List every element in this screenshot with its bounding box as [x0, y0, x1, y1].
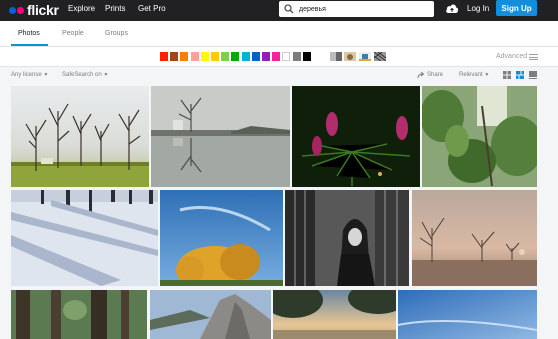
safesearch-dropdown[interactable]: SafeSearch on ▼ [62, 72, 108, 78]
tab-groups[interactable]: Groups [105, 30, 128, 37]
pink-cones-image [292, 86, 420, 187]
search-input[interactable]: деревья [299, 6, 326, 13]
justified-view-icon[interactable] [516, 71, 524, 79]
photo-forest-trunks[interactable] [11, 290, 147, 339]
nav-get-pro[interactable]: Get Pro [138, 4, 166, 13]
grid-view-icon[interactable] [503, 71, 511, 79]
cliff-image [150, 290, 271, 339]
photo-snow-shadows[interactable] [11, 190, 158, 286]
bare-trees-park-image [11, 86, 149, 187]
bw-portrait-image [285, 190, 409, 286]
nav-explore[interactable]: Explore [68, 4, 95, 13]
logo-blue-dot [9, 6, 16, 14]
license-label: Any license [11, 72, 42, 78]
logo-pink-dot [17, 6, 24, 14]
filter-row: Any license ▼ SafeSearch on ▼ Share Rele… [0, 67, 558, 85]
chevron-down-icon: ▼ [103, 72, 109, 78]
search-box[interactable]: деревья [279, 1, 434, 17]
snow-forest-image [11, 190, 158, 286]
color-swatch[interactable] [282, 52, 291, 61]
active-tab-indicator [11, 44, 48, 46]
search-icon[interactable] [284, 4, 294, 14]
search-type-tabs: Photos People Groups [0, 21, 558, 47]
color-swatch[interactable] [200, 52, 209, 61]
sort-label: Relevant [459, 72, 483, 78]
color-swatch[interactable] [272, 52, 281, 61]
share-icon[interactable] [417, 71, 425, 79]
photo-autumn-tree[interactable] [160, 190, 283, 286]
color-swatch[interactable] [231, 52, 240, 61]
photo-bw-woman-tree[interactable] [285, 190, 409, 286]
foggy-trees-image [412, 190, 537, 286]
photo-rocky-cliff[interactable] [150, 290, 271, 339]
advanced-sliders-icon[interactable] [529, 54, 538, 60]
upload-cloud-icon[interactable] [445, 2, 459, 14]
forest-image [11, 290, 147, 339]
tab-photos[interactable]: Photos [18, 30, 40, 37]
photo-sunset-lake[interactable] [273, 290, 396, 339]
color-swatch[interactable] [302, 52, 311, 61]
tree-reflection-image [151, 86, 290, 187]
color-swatch[interactable] [190, 52, 199, 61]
photo-green-leaves[interactable] [422, 86, 537, 187]
logo-text: flickr [27, 2, 59, 18]
yellow-tree-image [160, 190, 283, 286]
single-view-icon[interactable] [529, 71, 537, 79]
signup-button[interactable]: Sign Up [496, 0, 537, 16]
photo-pond-reflection[interactable] [151, 86, 290, 187]
color-swatch[interactable] [160, 52, 168, 61]
signup-label: Sign Up [501, 3, 532, 13]
black-white-filter-icon[interactable] [330, 52, 342, 61]
share-button[interactable]: Share [427, 72, 443, 78]
color-swatch[interactable] [221, 52, 230, 61]
tab-people[interactable]: People [62, 30, 84, 37]
color-swatch[interactable] [292, 52, 301, 61]
photo-blue-sky[interactable] [398, 290, 537, 339]
leaves-image [422, 86, 537, 187]
color-swatch[interactable] [180, 52, 189, 61]
color-swatch[interactable] [262, 52, 270, 61]
photo-spruce-cones[interactable] [292, 86, 420, 187]
photo-park-trees[interactable] [11, 86, 149, 187]
sky-image [398, 290, 537, 339]
chevron-down-icon: ▼ [43, 72, 49, 78]
advanced-filters-link[interactable]: Advanced [496, 53, 527, 60]
color-filter-bar: Advanced [0, 47, 558, 67]
safesearch-label: SafeSearch on [62, 72, 102, 78]
sort-dropdown[interactable]: Relevant ▼ [459, 72, 489, 78]
color-swatch[interactable] [170, 52, 179, 61]
shallow-depth-filter-icon[interactable] [344, 52, 356, 61]
chevron-down-icon: ▼ [484, 72, 490, 78]
color-swatch[interactable] [211, 52, 219, 61]
top-navigation-bar: flickr Explore Prints Get Pro деревья Lo… [0, 0, 558, 21]
lake-image [273, 290, 396, 339]
nav-prints[interactable]: Prints [105, 4, 125, 13]
color-swatch[interactable] [241, 52, 250, 61]
license-dropdown[interactable]: Any license ▼ [11, 72, 48, 78]
minimalist-filter-icon[interactable] [359, 52, 371, 61]
flickr-logo[interactable]: flickr [9, 2, 59, 18]
patterns-filter-icon[interactable] [374, 52, 386, 61]
color-swatch[interactable] [251, 52, 260, 61]
photo-foggy-field[interactable] [412, 190, 537, 286]
login-link[interactable]: Log In [467, 4, 489, 13]
